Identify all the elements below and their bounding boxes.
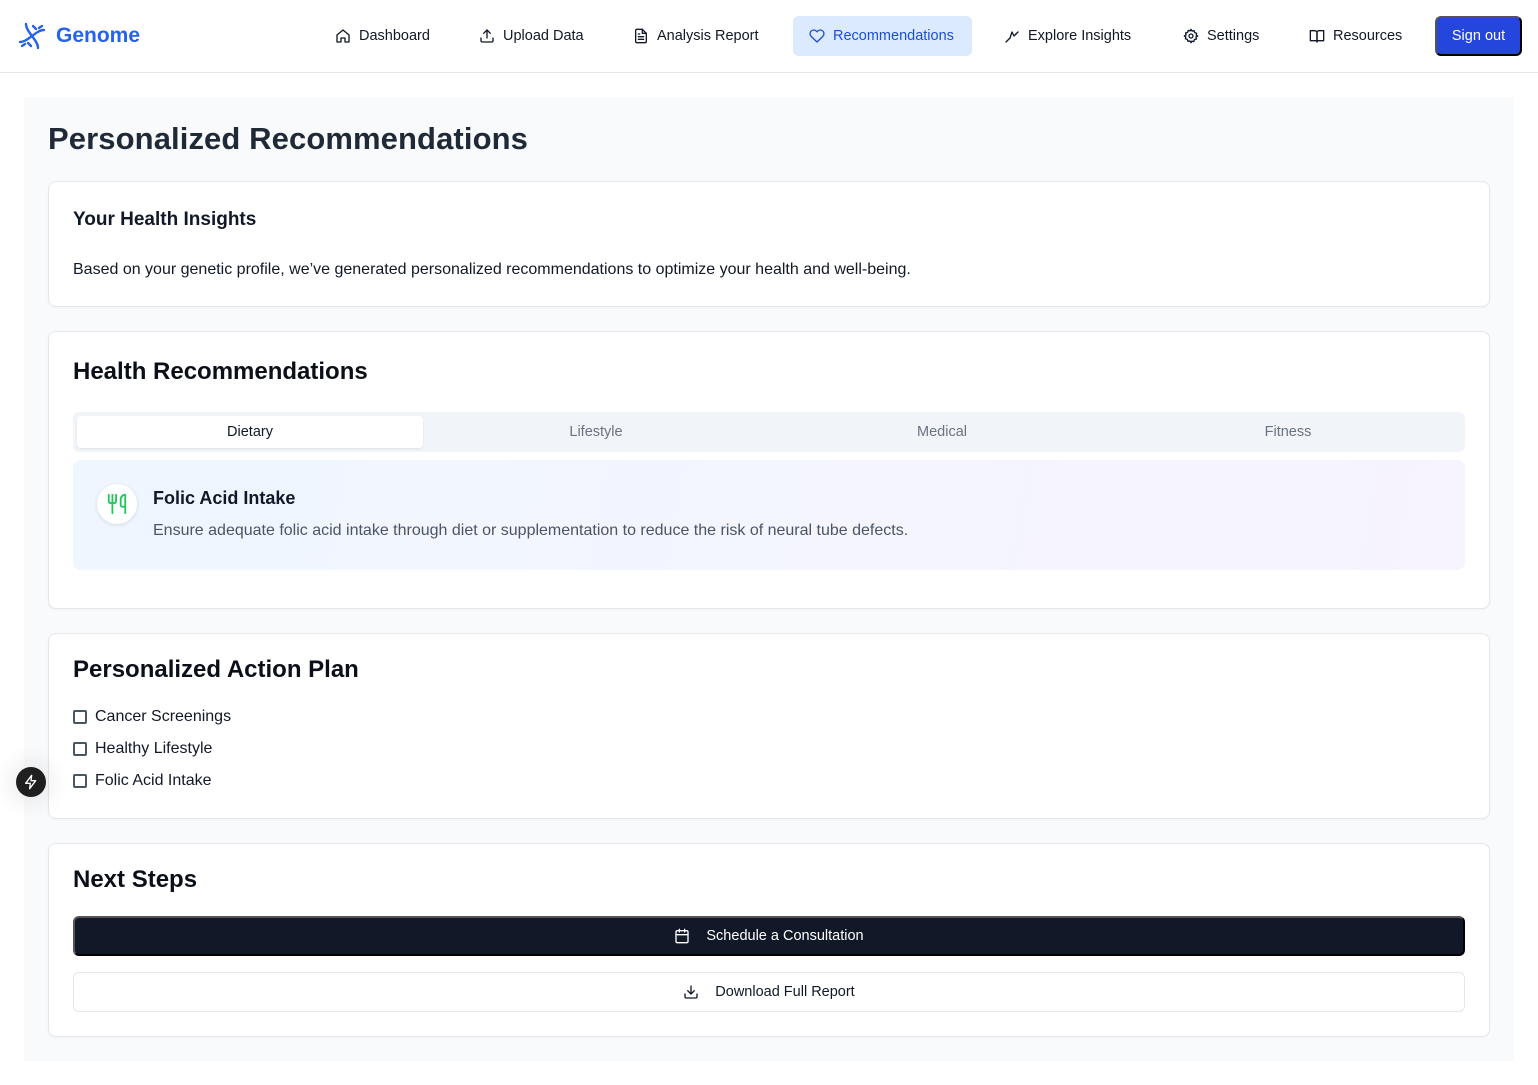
home-icon (336, 29, 350, 43)
health-recommendations-card: Health Recommendations Dietary Lifestyle… (48, 331, 1490, 609)
checkbox[interactable] (73, 710, 87, 724)
recommendation-tabs: Dietary Lifestyle Medical Fitness (73, 412, 1465, 452)
schedule-consultation-label: Schedule a Consultation (706, 928, 864, 944)
main-content: Personalized Recommendations Your Health… (24, 97, 1514, 1061)
nav-settings[interactable]: Settings (1167, 16, 1275, 56)
checkbox[interactable] (73, 742, 87, 756)
recommendation-item: Folic Acid Intake Ensure adequate folic … (73, 460, 1465, 570)
action-plan-card: Personalized Action Plan Cancer Screenin… (48, 633, 1490, 819)
next-steps-card: Next Steps Schedule a Consultation Downl… (48, 843, 1490, 1037)
nav-recommendations[interactable]: Recommendations (793, 16, 972, 56)
health-insights-title: Your Health Insights (73, 209, 257, 230)
lightning-icon (25, 774, 37, 790)
plan-item-cancer-screenings[interactable]: Cancer Screenings (73, 707, 231, 727)
tab-dietary[interactable]: Dietary (77, 416, 423, 448)
download-icon (684, 985, 698, 999)
plan-item-label: Cancer Screenings (95, 708, 232, 725)
schedule-consultation-button[interactable]: Schedule a Consultation (73, 916, 1465, 956)
gear-icon (1183, 28, 1199, 44)
plan-item-healthy-lifestyle[interactable]: Healthy Lifestyle (73, 739, 212, 759)
page-title: Personalized Recommendations (48, 121, 528, 156)
nav-recommendations-label: Recommendations (833, 28, 954, 44)
checkbox[interactable] (73, 774, 87, 788)
book-open-icon (1309, 30, 1325, 43)
recommendation-description: Ensure adequate folic acid intake throug… (153, 522, 909, 539)
tab-lifestyle[interactable]: Lifestyle (423, 416, 769, 448)
nav-resources[interactable]: Resources (1293, 16, 1418, 56)
nav-dashboard[interactable]: Dashboard (319, 16, 446, 56)
calendar-icon (675, 928, 690, 944)
nav-analysis-report[interactable]: Analysis Report (617, 16, 775, 56)
nav-explore-insights[interactable]: Explore Insights (988, 16, 1147, 56)
health-insights-card: Your Health Insights Based on your genet… (48, 181, 1490, 307)
nav-explore-insights-label: Explore Insights (1028, 28, 1132, 44)
nav-dashboard-label: Dashboard (359, 28, 430, 44)
nav-upload-data-label: Upload Data (503, 28, 584, 44)
tab-medical[interactable]: Medical (769, 416, 1115, 448)
brand-logo[interactable]: Genome (16, 20, 140, 52)
recommendation-icon-badge (97, 484, 137, 524)
nav-analysis-report-label: Analysis Report (657, 28, 759, 44)
download-report-label: Download Full Report (715, 984, 855, 1000)
top-navigation-bar: Genome Dashboard Upload Data Analysis Re… (0, 0, 1538, 73)
download-report-button[interactable]: Download Full Report (73, 972, 1465, 1012)
health-recommendations-title: Health Recommendations (73, 358, 368, 385)
floating-action-button[interactable] (16, 767, 46, 797)
upload-icon (480, 29, 494, 43)
plan-item-folic-acid-intake[interactable]: Folic Acid Intake (73, 771, 212, 791)
sign-out-button[interactable]: Sign out (1435, 16, 1522, 56)
nav-settings-label: Settings (1207, 28, 1260, 44)
next-steps-title: Next Steps (73, 866, 198, 893)
activity-icon (1005, 31, 1019, 43)
heart-icon (809, 29, 825, 43)
utensils-icon (107, 493, 127, 515)
nav-upload-data[interactable]: Upload Data (463, 16, 600, 56)
app-name: Genome (56, 24, 141, 47)
dna-icon (18, 22, 46, 50)
health-insights-text: Based on your genetic profile, we’ve gen… (73, 261, 911, 278)
nav-resources-label: Resources (1333, 28, 1403, 44)
tab-fitness[interactable]: Fitness (1115, 416, 1461, 448)
action-plan-title: Personalized Action Plan (73, 656, 359, 683)
recommendation-title: Folic Acid Intake (153, 488, 296, 508)
plan-item-label: Folic Acid Intake (95, 772, 212, 789)
plan-item-label: Healthy Lifestyle (95, 740, 213, 757)
file-text-icon (635, 28, 647, 44)
